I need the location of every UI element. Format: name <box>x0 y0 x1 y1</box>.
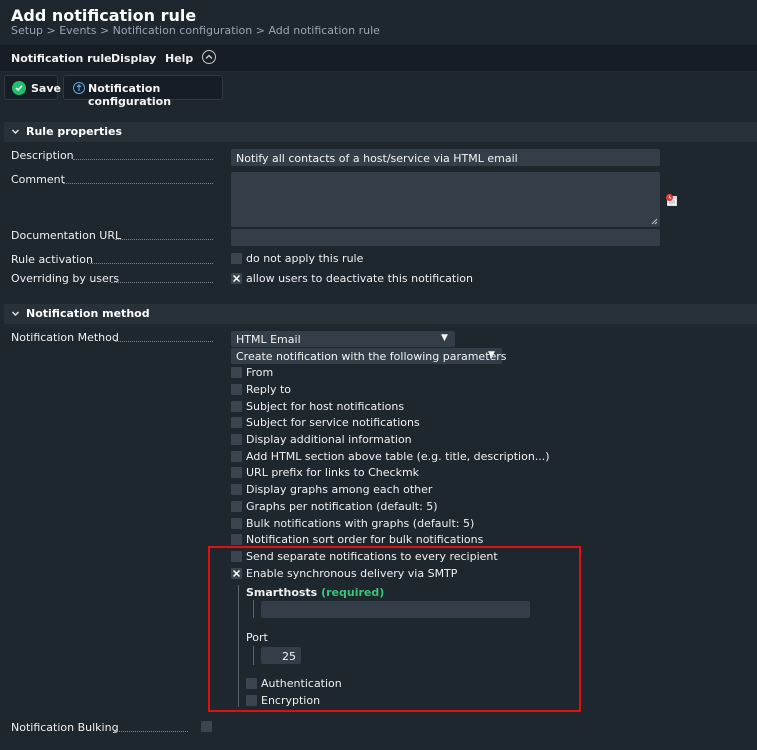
documentation-url-label: Documentation URL <box>11 229 122 242</box>
option-bulk-sort-order-label: Notification sort order for bulk notific… <box>246 533 484 546</box>
option-url-prefix-checkbox[interactable] <box>231 467 242 478</box>
label-leader <box>88 263 213 264</box>
title-bar: Add notification rule Setup > Events > N… <box>0 0 757 44</box>
menu-display[interactable]: Display <box>111 52 156 65</box>
menu-notification-rule[interactable]: Notification rule <box>11 52 112 65</box>
description-input[interactable]: Notify all contacts of a host/service vi… <box>231 149 660 166</box>
rule-activation-option: do not apply this rule <box>246 252 364 265</box>
save-button[interactable]: Save <box>4 75 61 100</box>
chevron-down-icon <box>12 129 19 134</box>
overriding-option: allow users to deactivate this notificat… <box>246 272 473 285</box>
parameter-mode-select[interactable]: Create notification with the following p… <box>231 348 507 364</box>
option-bulk-sort-order-checkbox[interactable] <box>231 534 242 545</box>
rule-properties-header[interactable]: Rule properties <box>4 122 757 142</box>
save-label: Save <box>31 82 61 95</box>
option-graphs-per-notification-checkbox[interactable] <box>231 501 242 512</box>
option-additional-info-label: Display additional information <box>246 433 412 446</box>
menu-bar: Notification rule Display Help <box>0 45 757 71</box>
label-leader <box>63 183 213 184</box>
comment-label: Comment <box>11 173 65 186</box>
option-service-subject-label: Subject for service notifications <box>246 416 420 429</box>
resize-handle-icon[interactable] <box>651 218 658 225</box>
checkmark-x-icon <box>232 274 241 283</box>
option-host-subject-label: Subject for host notifications <box>246 400 405 413</box>
documentation-url-input[interactable] <box>231 229 660 246</box>
overriding-by-users-label: Overriding by users <box>11 272 120 285</box>
option-graphs-per-notification-label: Graphs per notification (default: 5) <box>246 500 438 513</box>
option-host-subject-checkbox[interactable] <box>231 401 242 412</box>
option-reply-to-label: Reply to <box>246 383 292 396</box>
comment-textarea[interactable] <box>231 172 660 227</box>
option-graphs-layout-label: Display graphs among each other <box>246 483 433 496</box>
macro-calendar-icon[interactable] <box>665 193 679 207</box>
breadcrumb[interactable]: Setup > Events > Notification configurat… <box>11 24 380 37</box>
option-from-checkbox[interactable] <box>231 367 242 378</box>
check-icon <box>12 81 26 95</box>
collapse-menu-icon[interactable] <box>202 50 216 64</box>
notification-method-header[interactable]: Notification method <box>4 304 757 324</box>
label-leader <box>114 731 188 732</box>
notification-bulking-checkbox[interactable] <box>201 721 212 732</box>
notification-bulking-label: Notification Bulking <box>11 721 119 734</box>
highlight-box <box>208 546 581 712</box>
notification-configuration-label: Notification configuration <box>88 82 172 108</box>
overriding-checkbox[interactable] <box>231 273 242 284</box>
rule-properties-title: Rule properties <box>26 125 123 138</box>
label-leader <box>115 239 213 240</box>
chevron-down-icon <box>12 311 19 316</box>
page-title: Add notification rule <box>11 6 197 25</box>
option-service-subject-checkbox[interactable] <box>231 417 242 428</box>
option-bulk-graphs-checkbox[interactable] <box>231 518 242 529</box>
label-leader <box>115 341 213 342</box>
option-reply-to-checkbox[interactable] <box>231 384 242 395</box>
rule-activation-checkbox[interactable] <box>231 253 242 264</box>
option-html-section-checkbox[interactable] <box>231 451 242 462</box>
dropdown-arrow-icon: ▼ <box>441 333 448 343</box>
option-additional-info-checkbox[interactable] <box>231 434 242 445</box>
menu-help[interactable]: Help <box>165 52 193 65</box>
option-url-prefix-label: URL prefix for links to Checkmk <box>246 466 420 479</box>
notification-method-title: Notification method <box>26 307 150 320</box>
description-label: Description <box>11 149 74 162</box>
option-graphs-layout-checkbox[interactable] <box>231 484 242 495</box>
up-arrow-icon <box>73 82 85 94</box>
notification-method-label: Notification Method <box>11 331 119 344</box>
notification-method-select[interactable]: HTML Email ▼ <box>231 331 455 347</box>
notification-configuration-button[interactable]: Notification configuration <box>63 75 223 108</box>
dropdown-arrow-icon: ▼ <box>488 350 495 360</box>
label-leader <box>111 282 213 283</box>
label-leader <box>73 159 213 160</box>
option-html-section-label: Add HTML section above table (e.g. title… <box>246 450 550 463</box>
rule-activation-label: Rule activation <box>11 253 93 266</box>
option-bulk-graphs-label: Bulk notifications with graphs (default:… <box>246 517 475 530</box>
option-from-label: From <box>246 366 274 379</box>
